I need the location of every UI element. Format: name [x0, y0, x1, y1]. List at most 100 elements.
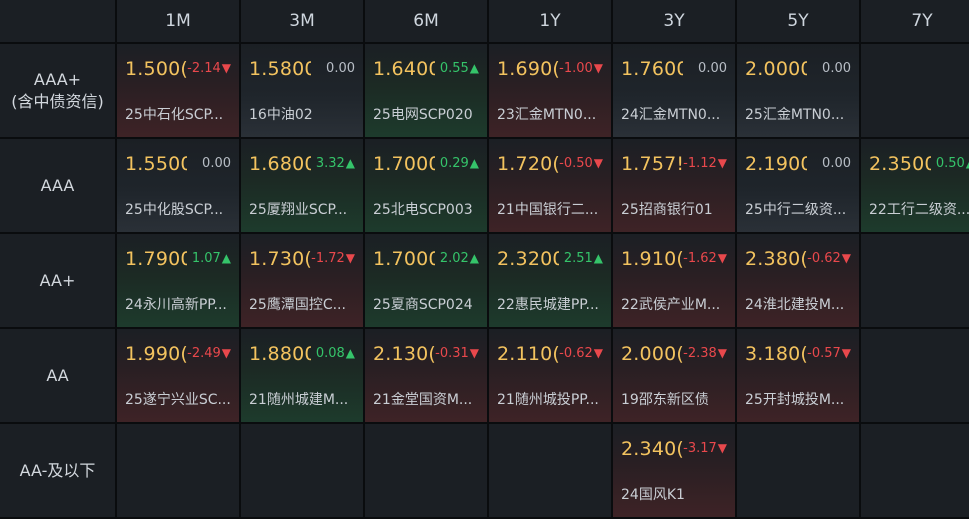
yield-value: 1.6800 [249, 153, 311, 175]
yield-value: 1.910( [621, 248, 683, 270]
bond-cell[interactable]: 1.757! -1.12▼ 25招商银行01 [613, 139, 735, 232]
empty-cell [861, 44, 969, 137]
empty-cell [861, 424, 969, 517]
column-header-3m[interactable]: 3M [241, 0, 363, 42]
bond-name: 21金堂国资M... [373, 392, 473, 408]
bond-cell[interactable]: 2.130(-0.31▼ 21金堂国资M... [365, 329, 487, 422]
yield-value: 1.6400 [373, 58, 435, 80]
empty-cell [861, 329, 969, 422]
yield-value: 2.3500 [869, 153, 931, 175]
bond-name: 25夏商SCP024 [373, 297, 473, 313]
yield-value: 1.5800 [249, 58, 311, 80]
bond-cell[interactable]: 2.380(-0.62▼ 24淮北建投M... [737, 234, 859, 327]
yield-value: 1.7000 [373, 248, 435, 270]
row-label: AA [0, 329, 115, 422]
bond-cell[interactable]: 1.6400 0.55▲ 25电网SCP020 [365, 44, 487, 137]
change-value: -2.38▼ [683, 346, 727, 361]
change-text: -0.62 [559, 346, 593, 361]
rating-label: AA-及以下 [19, 460, 96, 480]
change-text: 0.00 [822, 61, 851, 76]
change-value: -0.50▼ [559, 156, 603, 171]
change-value: -1.72▼ [311, 251, 355, 266]
bond-cell[interactable]: 1.5500 0.00 25中化股SCP... [117, 139, 239, 232]
down-arrow-icon: ▼ [717, 156, 727, 170]
change-text: 2.02 [439, 251, 469, 266]
change-text: -0.57 [807, 346, 841, 361]
yield-value: 1.5500 [125, 153, 187, 175]
yield-value: 2.130( [373, 343, 435, 365]
bond-name: 25遂宁兴业SC... [125, 392, 231, 408]
bond-cell[interactable]: 1.7600 0.00 24汇金MTN0... [613, 44, 735, 137]
change-text: -2.49 [187, 346, 221, 361]
column-header-6m[interactable]: 6M [365, 0, 487, 42]
down-arrow-icon: ▼ [717, 251, 727, 265]
change-value: -1.00▼ [559, 61, 603, 76]
bond-cell[interactable]: 1.8800 0.08▲ 21随州城建M... [241, 329, 363, 422]
change-value: 0.08▲ [316, 346, 355, 361]
down-arrow-icon: ▼ [717, 346, 727, 360]
bond-cell[interactable]: 1.7000 2.02▲ 25夏商SCP024 [365, 234, 487, 327]
bond-cell[interactable]: 1.720(-0.50▼ 21中国银行二... [489, 139, 611, 232]
down-arrow-icon: ▼ [841, 346, 851, 360]
change-text: -0.31 [435, 346, 469, 361]
yield-value: 2.0000 [745, 58, 807, 80]
change-value: 0.29▲ [440, 156, 479, 171]
change-text: 2.51 [563, 251, 593, 266]
yield-value: 1.690( [497, 58, 559, 80]
change-text: 1.07 [191, 251, 221, 266]
bond-name: 24汇金MTN0... [621, 107, 721, 123]
yield-value: 3.180( [745, 343, 807, 365]
bond-cell[interactable]: 1.500(-2.14▼ 25中石化SCP... [117, 44, 239, 137]
down-arrow-icon: ▼ [593, 156, 603, 170]
bond-cell[interactable]: 1.7000 0.29▲ 25北电SCP003 [365, 139, 487, 232]
up-arrow-icon: ▲ [469, 61, 479, 75]
rating-label: AA [46, 365, 69, 385]
bond-cell[interactable]: 1.5800 0.00 16中油02 [241, 44, 363, 137]
change-text: -1.12 [683, 156, 717, 171]
empty-cell [117, 424, 239, 517]
change-value: 0.00 [822, 61, 851, 76]
bond-cell[interactable]: 2.000(-2.38▼ 19邵东新区债 [613, 329, 735, 422]
bond-cell[interactable]: 2.3200 2.51▲ 22惠民城建PP... [489, 234, 611, 327]
bond-cell[interactable]: 2.1900 0.00 25中行二级资... [737, 139, 859, 232]
yield-value: 2.3200 [497, 248, 559, 270]
bond-name: 22武侯产业M... [621, 297, 721, 313]
column-header-7y[interactable]: 7Y [861, 0, 969, 42]
up-arrow-icon: ▲ [345, 346, 355, 360]
change-text: 0.29 [439, 156, 469, 171]
empty-cell [737, 424, 859, 517]
bond-cell[interactable]: 1.690(-1.00▼ 23汇金MTN0... [489, 44, 611, 137]
bond-cell[interactable]: 2.340(-3.17▼ 24国风K1 [613, 424, 735, 517]
bond-name: 25中石化SCP... [125, 107, 224, 123]
bond-cell[interactable]: 1.6800 3.32▲ 25厦翔业SCP... [241, 139, 363, 232]
down-arrow-icon: ▼ [841, 251, 851, 265]
up-arrow-icon: ▲ [469, 156, 479, 170]
yield-value: 1.7900 [125, 248, 187, 270]
column-header-1m[interactable]: 1M [117, 0, 239, 42]
yield-value: 2.1900 [745, 153, 807, 175]
bond-cell[interactable]: 2.110(-0.62▼ 21随州城投PP... [489, 329, 611, 422]
bond-name: 25北电SCP003 [373, 202, 473, 218]
change-text: -2.38 [683, 346, 717, 361]
change-value: 1.07▲ [192, 251, 231, 266]
change-value: -0.62▼ [807, 251, 851, 266]
empty-cell [241, 424, 363, 517]
empty-cell [365, 424, 487, 517]
column-header-1y[interactable]: 1Y [489, 0, 611, 42]
bond-cell[interactable]: 1.7900 1.07▲ 24永川高新PP... [117, 234, 239, 327]
down-arrow-icon: ▼ [593, 61, 603, 75]
bond-cell[interactable]: 2.3500 0.50▲ 22工行二级资... [861, 139, 969, 232]
column-header-3y[interactable]: 3Y [613, 0, 735, 42]
bond-name: 22惠民城建PP... [497, 297, 599, 313]
corner-header [0, 0, 115, 42]
bond-name: 25电网SCP020 [373, 107, 473, 123]
bond-cell[interactable]: 1.910(-1.62▼ 22武侯产业M... [613, 234, 735, 327]
bond-cell[interactable]: 3.180(-0.57▼ 25开封城投M... [737, 329, 859, 422]
bond-cell[interactable]: 1.730(-1.72▼ 25鹰潭国控C... [241, 234, 363, 327]
up-arrow-icon: ▲ [593, 251, 603, 265]
change-value: 0.55▲ [440, 61, 479, 76]
column-header-5y[interactable]: 5Y [737, 0, 859, 42]
bond-cell[interactable]: 2.0000 0.00 25汇金MTN0... [737, 44, 859, 137]
yield-value: 1.730( [249, 248, 311, 270]
bond-cell[interactable]: 1.990(-2.49▼ 25遂宁兴业SC... [117, 329, 239, 422]
